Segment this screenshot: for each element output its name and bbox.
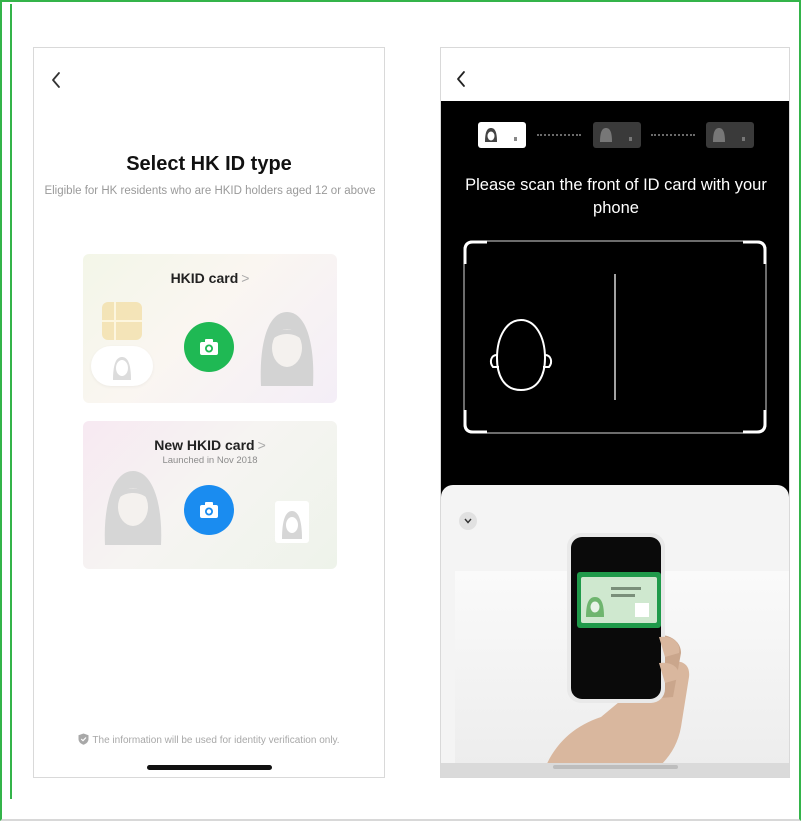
privacy-note: The information will be used for identit… [34, 733, 384, 746]
page-title: Select HK ID type [126, 153, 292, 175]
page-subtitle: Eligible for HK residents who are HKID h… [44, 185, 376, 197]
back-button[interactable] [50, 70, 70, 94]
portrait-illustration [104, 471, 162, 545]
new-hkid-camera-button[interactable] [184, 485, 234, 535]
frame-divider [10, 4, 12, 799]
chevron-down-icon [464, 518, 472, 524]
home-indicator [553, 765, 678, 769]
new-hkid-card-sublabel: Launched in Nov 2018 [162, 455, 258, 466]
hkid-camera-button[interactable] [184, 322, 234, 372]
step-1-front [478, 122, 526, 148]
id-card-icon [600, 128, 632, 142]
scan-step-indicator [441, 122, 789, 152]
chevron-left-icon [457, 71, 465, 87]
new-hkid-card-label: New HKID card > [83, 437, 337, 453]
privacy-note-text: The information will be used for identit… [92, 735, 340, 746]
step-connector [651, 134, 695, 136]
nav-bar [441, 48, 789, 101]
collapse-button[interactable] [459, 512, 477, 530]
home-indicator [147, 765, 272, 770]
phone-scanning-demo-illustration [541, 533, 690, 777]
card-chip-illustration [102, 302, 142, 340]
small-photo-illustration [275, 501, 309, 543]
chevron-right-icon: > [241, 270, 250, 286]
hkid-card-label: HKID card > [83, 270, 337, 286]
camera-icon [200, 502, 218, 518]
scan-demo-panel [441, 485, 789, 777]
chevron-left-icon [52, 72, 60, 88]
hkid-card-title: HKID card [170, 270, 239, 286]
portrait-illustration [260, 312, 314, 386]
select-id-type-screen: Select HK ID type Eligible for HK reside… [33, 47, 385, 778]
chevron-right-icon: > [257, 437, 266, 453]
hkid-card-option[interactable]: HKID card > [83, 254, 337, 403]
shield-check-icon [78, 733, 89, 745]
scan-instruction: Please scan the front of ID card with yo… [465, 176, 767, 217]
id-card-icon [485, 128, 517, 142]
step-2 [593, 122, 641, 148]
face-outline-icon [489, 318, 553, 392]
small-avatar-illustration [91, 346, 153, 386]
scan-id-screen: Please scan the front of ID card with yo… [440, 47, 790, 778]
new-hkid-card-title: New HKID card [154, 437, 255, 453]
camera-icon [200, 339, 218, 355]
back-button[interactable] [455, 70, 467, 94]
step-connector [537, 134, 581, 136]
step-3 [706, 122, 754, 148]
id-card-scan-frame [463, 240, 767, 434]
new-hkid-card-option[interactable]: New HKID card > Launched in Nov 2018 [83, 421, 337, 569]
id-card-icon [713, 128, 745, 142]
